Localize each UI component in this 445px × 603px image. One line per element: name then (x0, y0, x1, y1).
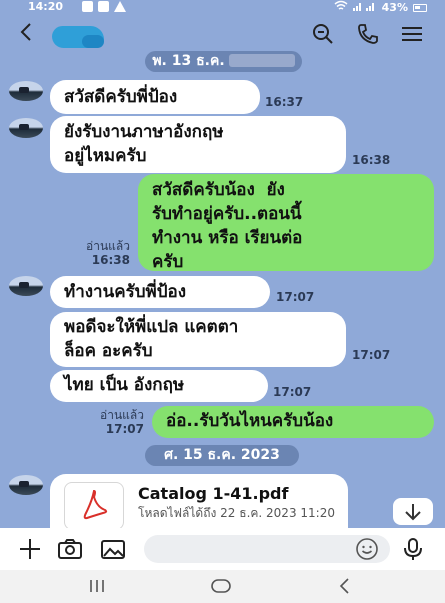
avatar[interactable] (9, 118, 43, 138)
chevron-left-icon[interactable] (20, 22, 32, 47)
wifi-icon (334, 0, 348, 15)
file-expiry: โหลดไฟล์ได้ถึง 22 ธ.ค. 2023 11:20 (138, 506, 335, 520)
message-bubble-incoming[interactable]: ยังรับงานภาษาอังกฤษ อยู่ไหมครับ (50, 116, 346, 173)
pdf-icon (64, 482, 124, 530)
signal-icon (352, 1, 377, 15)
phone-icon[interactable] (356, 22, 382, 46)
system-nav-bar (0, 570, 445, 603)
microphone-icon[interactable] (400, 536, 426, 562)
back-icon[interactable] (330, 574, 360, 598)
battery-percent: 43% (381, 0, 408, 14)
search-icon[interactable] (311, 22, 337, 46)
arrow-down-icon[interactable] (393, 498, 433, 525)
read-receipt: อ่านแล้ว 16:38 (86, 239, 130, 267)
date-separator: พ. 13 ธ.ค. (145, 51, 302, 72)
home-icon[interactable] (206, 574, 236, 598)
battery-icon (413, 3, 427, 12)
message-bubble-incoming[interactable]: ไทย เป็น อังกฤษ (50, 370, 268, 402)
avatar[interactable] (9, 276, 43, 296)
status-time: 14:20 (28, 0, 64, 13)
contact-name-redacted[interactable] (52, 26, 104, 48)
message-time: 16:38 (352, 153, 391, 167)
avatar[interactable] (9, 475, 43, 495)
read-receipt: อ่านแล้ว 17:07 (100, 408, 144, 436)
date-separator: ศ. 15 ธ.ค. 2023 (145, 445, 299, 466)
message-time: 16:37 (265, 95, 304, 109)
message-bubble-incoming[interactable]: ทำงานครับพี่ป้อง (50, 276, 270, 308)
redacted-text (228, 54, 295, 67)
emoji-icon[interactable] (354, 536, 380, 562)
message-bubble-incoming[interactable]: พอดีจะให้พี่แปล แคตตา ล็อค อะครับ (50, 312, 346, 367)
message-bubble-incoming[interactable]: สวัสดีครับพี่ป้อง (50, 80, 260, 114)
plus-icon[interactable] (17, 536, 43, 562)
message-time: 17:07 (352, 348, 391, 362)
message-time: 17:07 (276, 290, 315, 304)
gallery-notification-icon (82, 1, 93, 12)
camera-icon[interactable] (57, 536, 83, 562)
message-bubble-outgoing[interactable]: สวัสดีครับน้อง ยัง รับทำอยู่ครับ..ตอนนี้… (138, 174, 434, 272)
status-bar: 14:20 43% (0, 0, 445, 14)
mail-notification-icon (98, 1, 109, 12)
message-input-bar (0, 528, 445, 570)
file-name: Catalog 1-41.pdf (138, 484, 289, 503)
chat-header (0, 14, 445, 54)
menu-icon[interactable] (400, 22, 426, 46)
message-bubble-outgoing[interactable]: อ่อ..รับวันไหนครับน้อง (152, 406, 434, 438)
avatar[interactable] (9, 81, 43, 101)
recent-apps-icon[interactable] (82, 574, 112, 598)
message-time: 17:07 (273, 385, 312, 399)
warning-notification-icon (114, 1, 126, 12)
image-icon[interactable] (100, 536, 126, 562)
